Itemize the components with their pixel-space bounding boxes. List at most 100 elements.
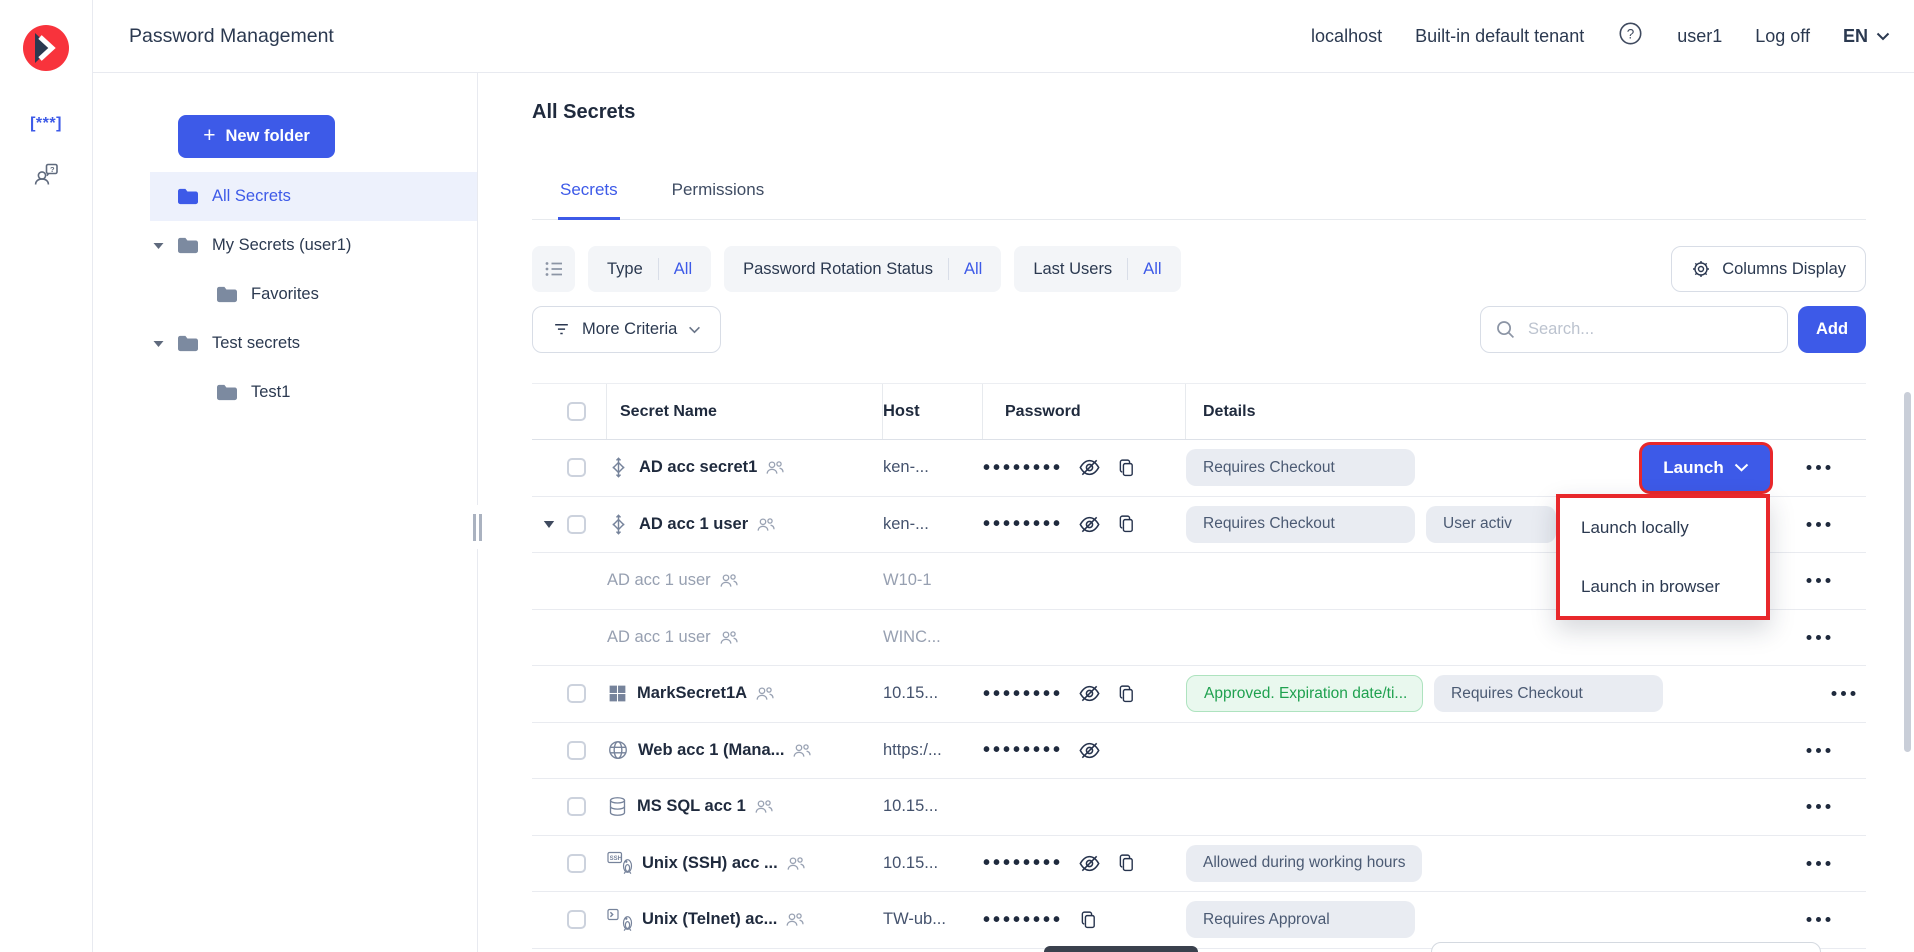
- row-actions-menu-button[interactable]: [1799, 571, 1838, 590]
- vertical-scrollbar[interactable]: [1904, 392, 1911, 752]
- tab-permissions[interactable]: Permissions: [670, 180, 767, 220]
- row-checkbox[interactable]: [567, 910, 586, 929]
- folder-tree-panel: + New folder All Secrets My Secrets (user…: [93, 73, 478, 952]
- shared-users-icon: [787, 856, 805, 871]
- page-title: All Secrets: [532, 100, 1914, 124]
- column-header-host[interactable]: Host: [883, 384, 983, 439]
- filter-pill-last-users[interactable]: Last UsersAll: [1014, 246, 1180, 292]
- add-secret-button[interactable]: Add: [1798, 306, 1866, 353]
- sidebar-item-test1[interactable]: Test1: [150, 368, 477, 417]
- sidebar-item-my-secrets-user1[interactable]: My Secrets (user1): [150, 221, 477, 270]
- list-view-toggle[interactable]: [532, 246, 575, 292]
- row-actions-menu-button[interactable]: [1799, 741, 1838, 760]
- columns-display-label: Columns Display: [1722, 260, 1846, 279]
- status-badge: User activ: [1426, 506, 1556, 543]
- column-header-password[interactable]: Password: [983, 384, 1186, 439]
- host-value: 10.15...: [883, 797, 983, 816]
- filter-pill-type[interactable]: TypeAll: [588, 246, 711, 292]
- language-selector[interactable]: EN: [1843, 26, 1890, 47]
- copy-password-icon[interactable]: [1116, 683, 1137, 705]
- sidebar-item-all-secrets[interactable]: All Secrets: [150, 172, 477, 221]
- row-actions-menu-button[interactable]: [1799, 910, 1838, 929]
- filter-pill-password-rotation-status[interactable]: Password Rotation Status All: [724, 246, 1001, 292]
- column-header-details[interactable]: Details: [1186, 384, 1638, 439]
- divider: [948, 258, 949, 280]
- row-actions-menu-button[interactable]: [1799, 854, 1838, 873]
- search-input[interactable]: [1526, 319, 1773, 340]
- reveal-password-icon[interactable]: [1078, 852, 1101, 875]
- password-mask: ••••••••: [983, 514, 1063, 534]
- select-all-checkbox[interactable]: [567, 402, 586, 421]
- secret-name[interactable]: AD acc 1 user: [607, 628, 711, 647]
- secret-name[interactable]: AD acc 1 user: [639, 515, 748, 534]
- plus-icon: +: [203, 124, 215, 148]
- row-checkbox[interactable]: [567, 458, 586, 477]
- help-icon[interactable]: ?: [1617, 20, 1644, 52]
- row-actions-menu-button[interactable]: [1799, 515, 1838, 534]
- table-row: MarkSecret1A10.15...••••••••Approved. Ex…: [532, 666, 1866, 723]
- secret-name[interactable]: AD acc secret1: [639, 458, 757, 477]
- secret-name[interactable]: MS SQL acc 1: [637, 797, 746, 816]
- sidebar-item-label: All Secrets: [212, 187, 291, 206]
- menu-item-launch-in-browser[interactable]: Launch in browser: [1560, 557, 1766, 616]
- password-mask: ••••••••: [983, 910, 1063, 930]
- status-badge: Allowed during working hours: [1186, 845, 1422, 882]
- columns-display-button[interactable]: Columns Display: [1671, 246, 1866, 292]
- filter-label: Password Rotation Status: [743, 260, 933, 279]
- row-checkbox[interactable]: [567, 741, 586, 760]
- reveal-password-icon[interactable]: [1078, 513, 1101, 536]
- secret-name[interactable]: Web acc 1 (Mana...: [638, 741, 784, 760]
- row-actions-menu-button[interactable]: [1799, 797, 1838, 816]
- row-checkbox[interactable]: [567, 684, 586, 703]
- sidebar-item-label: Test secrets: [212, 334, 300, 353]
- row-actions-menu-button[interactable]: [1799, 628, 1838, 647]
- copy-password-icon[interactable]: [1116, 457, 1137, 479]
- table-row: SSHUnix (SSH) acc ...10.15...••••••••All…: [532, 836, 1866, 893]
- folder-icon: [216, 384, 238, 401]
- sidebar-item-label: My Secrets (user1): [212, 236, 351, 255]
- menu-item-launch-locally[interactable]: Launch locally: [1560, 498, 1766, 557]
- secret-name[interactable]: AD acc 1 user: [607, 571, 711, 590]
- panel-resize-handle[interactable]: [469, 505, 486, 549]
- copy-password-icon[interactable]: [1116, 852, 1137, 874]
- row-checkbox[interactable]: [567, 854, 586, 873]
- folder-icon: [177, 335, 199, 352]
- row-expander-icon[interactable]: [543, 520, 555, 529]
- tab-secrets[interactable]: Secrets: [558, 180, 620, 220]
- shared-users-icon: [757, 517, 775, 532]
- filter-value: All: [964, 260, 982, 279]
- password-module-icon[interactable]: [***]: [30, 115, 62, 133]
- new-folder-button[interactable]: + New folder: [178, 115, 335, 158]
- caret-down-icon[interactable]: [150, 340, 177, 348]
- column-header-secret-name[interactable]: Secret Name: [607, 384, 883, 439]
- user-help-icon[interactable]: ?: [32, 161, 60, 194]
- row-actions-menu-button[interactable]: [1824, 684, 1863, 703]
- row-actions-menu-button[interactable]: [1799, 458, 1838, 477]
- reveal-password-icon[interactable]: [1078, 739, 1101, 762]
- launch-label: Launch: [1663, 458, 1723, 478]
- status-badge: Approved. Expiration date/ti...: [1186, 675, 1423, 712]
- more-criteria-button[interactable]: More Criteria: [532, 306, 721, 353]
- host-value: WINC...: [883, 628, 983, 647]
- search-box: [1480, 306, 1788, 353]
- sidebar-item-favorites[interactable]: Favorites: [150, 270, 477, 319]
- reveal-password-icon[interactable]: [1078, 456, 1101, 479]
- copy-password-icon[interactable]: [1116, 513, 1137, 535]
- host-value: W10-1: [883, 571, 983, 590]
- horizontal-scrollbar-thumb[interactable]: [1044, 946, 1198, 952]
- launch-button[interactable]: Launch: [1642, 445, 1770, 491]
- secret-name[interactable]: Unix (SSH) acc ...: [642, 854, 778, 873]
- secret-name[interactable]: Unix (Telnet) ac...: [642, 910, 777, 929]
- logoff-button[interactable]: Log off: [1755, 26, 1810, 47]
- secret-name[interactable]: MarkSecret1A: [637, 684, 747, 703]
- filter-value: All: [674, 260, 692, 279]
- sidebar-item-label: Test1: [251, 383, 290, 402]
- sidebar-item-test-secrets[interactable]: Test secrets: [150, 319, 477, 368]
- app-logo-icon[interactable]: [23, 25, 69, 71]
- reveal-password-icon[interactable]: [1078, 682, 1101, 705]
- row-checkbox[interactable]: [567, 797, 586, 816]
- folder-icon: [177, 237, 199, 254]
- copy-password-icon[interactable]: [1078, 909, 1099, 931]
- row-checkbox[interactable]: [567, 515, 586, 534]
- caret-down-icon[interactable]: [150, 242, 177, 250]
